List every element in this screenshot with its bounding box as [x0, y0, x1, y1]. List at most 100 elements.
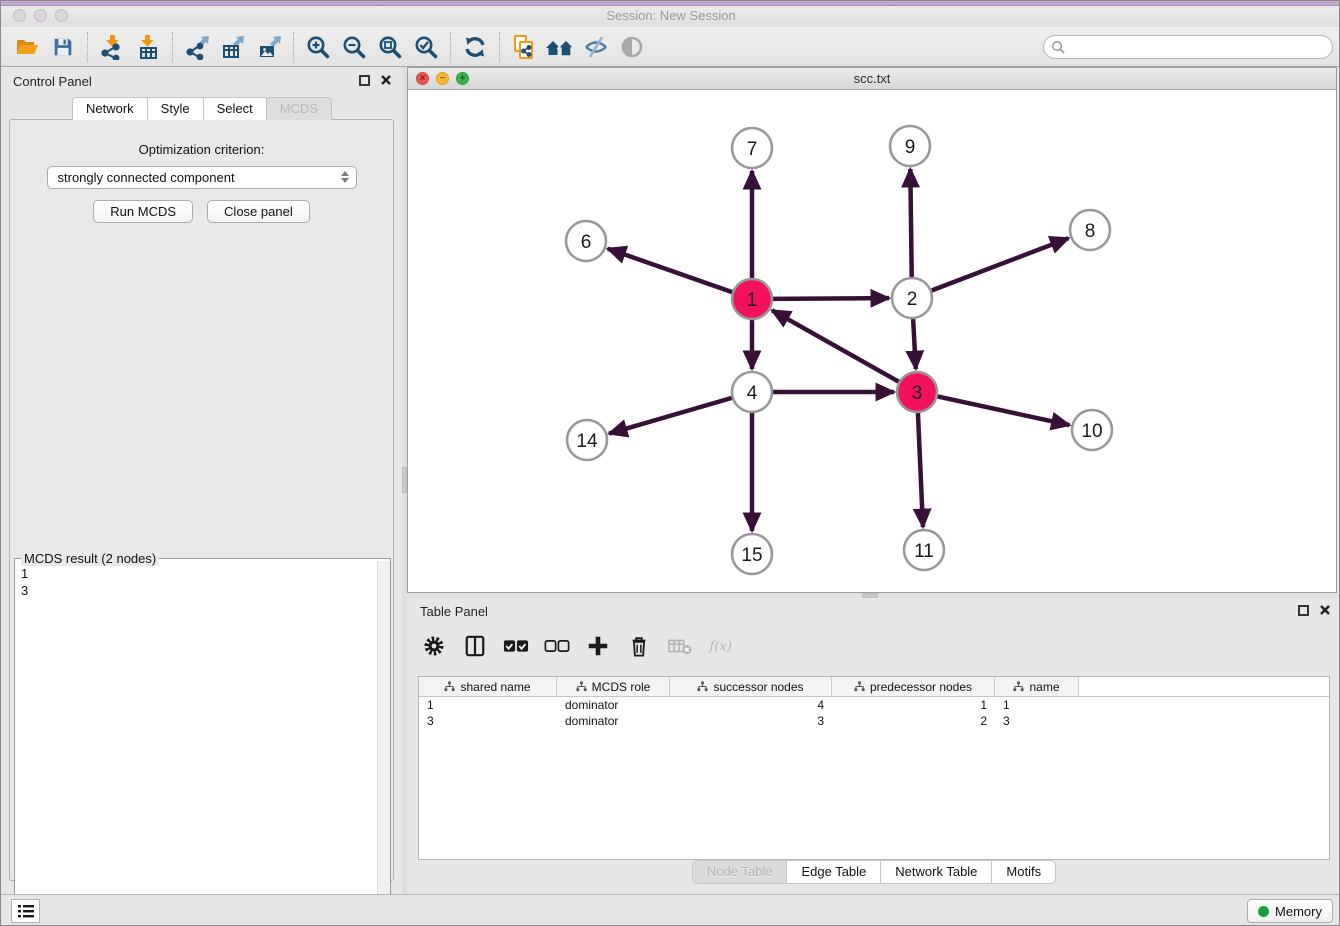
node-label: 6 — [581, 232, 592, 253]
mcds-result-scrollbar[interactable] — [377, 561, 390, 926]
show-all-button[interactable] — [614, 30, 650, 64]
column-header-predecessor-nodes[interactable]: predecessor nodes — [832, 677, 995, 696]
refresh-view-button[interactable] — [457, 30, 493, 64]
zoom-fit-button[interactable] — [372, 30, 408, 64]
table-row[interactable]: 3dominator323 — [419, 713, 1329, 729]
gear-icon — [422, 634, 446, 658]
tab-mcds[interactable]: MCDS — [266, 97, 332, 120]
edge-1-2[interactable] — [773, 298, 889, 299]
table-row[interactable]: 1dominator411 — [419, 697, 1329, 713]
column-header-label: name — [1029, 680, 1059, 694]
node-11[interactable]: 11 — [904, 530, 944, 570]
export-image-button[interactable] — [251, 30, 287, 64]
import-table-button[interactable] — [130, 30, 166, 64]
delete-columns-button[interactable] — [625, 631, 653, 661]
export-network-button[interactable] — [179, 30, 215, 64]
close-panel-button[interactable]: Close panel — [207, 200, 310, 223]
save-session-button[interactable] — [45, 30, 81, 64]
new-network-from-selection-button[interactable] — [506, 30, 542, 64]
edge-2-3[interactable] — [913, 319, 916, 369]
export-image-icon — [256, 34, 282, 60]
search-input[interactable] — [1043, 35, 1333, 59]
close-panel-icon[interactable] — [1319, 604, 1331, 616]
zoom-out-button[interactable] — [336, 30, 372, 64]
table-cell: 3 — [419, 713, 557, 729]
network-graph[interactable]: 7 9 6 8 1 2 4 3 14 10 15 11 — [408, 90, 1336, 592]
node-2[interactable]: 2 — [892, 278, 932, 318]
edge-2-8[interactable] — [932, 238, 1069, 290]
hide-selected-button[interactable] — [578, 30, 614, 64]
toolbar-separator — [172, 32, 173, 62]
mcds-result-list[interactable]: 13 — [15, 561, 377, 926]
node-15[interactable]: 15 — [732, 534, 772, 574]
tab-node-table[interactable]: Node Table — [693, 861, 788, 883]
export-network-icon — [184, 34, 210, 60]
tab-edge-table[interactable]: Edge Table — [787, 861, 881, 883]
node-4[interactable]: 4 — [732, 372, 772, 412]
tab-network-table[interactable]: Network Table — [881, 861, 992, 883]
show-columns-button[interactable] — [461, 631, 489, 661]
close-panel-icon[interactable] — [380, 74, 392, 86]
run-mcds-button[interactable]: Run MCDS — [93, 200, 193, 223]
delete-table-button[interactable] — [666, 631, 694, 661]
column-header-MCDS-role[interactable]: MCDS role — [557, 677, 670, 696]
column-header-label: predecessor nodes — [870, 680, 972, 694]
criterion-select[interactable]: strongly connected component — [47, 166, 357, 189]
column-header-label: successor nodes — [713, 680, 803, 694]
node-10[interactable]: 10 — [1072, 410, 1112, 450]
table-cell: dominator — [557, 697, 670, 713]
tab-style[interactable]: Style — [147, 97, 204, 120]
select-all-button[interactable] — [502, 631, 530, 661]
export-table-button[interactable] — [215, 30, 251, 64]
zoom-in-button[interactable] — [300, 30, 336, 64]
node-1[interactable]: 1 — [732, 279, 772, 319]
edge-4-14[interactable] — [609, 398, 732, 434]
control-panel: Control Panel NetworkStyleSelectMCDS Opt… — [1, 67, 402, 894]
float-panel-icon[interactable] — [1298, 605, 1309, 616]
function-builder-button[interactable]: f(x) — [707, 631, 735, 661]
edge-3-10[interactable] — [938, 396, 1070, 425]
task-history-button[interactable] — [11, 899, 40, 923]
mcds-result-item: 3 — [21, 582, 371, 599]
tab-select[interactable]: Select — [203, 97, 267, 120]
delete-table-icon — [667, 635, 693, 657]
node-6[interactable]: 6 — [566, 221, 606, 261]
refresh-icon — [462, 34, 488, 60]
search-box — [1043, 35, 1333, 59]
network-canvas[interactable]: 7 9 6 8 1 2 4 3 14 10 15 11 — [408, 90, 1336, 592]
zoom-fit-icon — [377, 34, 403, 60]
import-table-icon — [135, 34, 161, 60]
node-3[interactable]: 3 — [897, 372, 937, 412]
zoom-selected-button[interactable] — [408, 30, 444, 64]
criterion-selected-value: strongly connected component — [58, 170, 235, 185]
edge-3-11[interactable] — [918, 413, 923, 527]
function-icon: f(x) — [707, 633, 735, 659]
deselect-all-button[interactable] — [543, 631, 571, 661]
edge-1-6[interactable] — [608, 249, 732, 292]
float-panel-icon[interactable] — [359, 75, 370, 86]
first-neighbors-button[interactable] — [542, 30, 578, 64]
open-folder-icon — [14, 34, 40, 60]
column-header-name[interactable]: name — [995, 677, 1079, 696]
column-header-successor-nodes[interactable]: successor nodes — [670, 677, 832, 696]
node-14[interactable]: 14 — [567, 420, 607, 460]
edge-3-1[interactable] — [772, 310, 899, 381]
open-session-button[interactable] — [9, 30, 45, 64]
title-bar: Session: New Session — [1, 1, 1340, 27]
new-column-button[interactable] — [584, 631, 612, 661]
save-icon — [51, 35, 75, 59]
column-header-shared-name[interactable]: shared name — [419, 677, 557, 696]
import-network-button[interactable] — [94, 30, 130, 64]
node-9[interactable]: 9 — [890, 126, 930, 166]
tab-motifs[interactable]: Motifs — [992, 861, 1055, 883]
table-settings-button[interactable] — [420, 631, 448, 661]
table-panel-header: Table Panel — [407, 598, 1340, 624]
node-label: 11 — [914, 541, 934, 562]
tab-network[interactable]: Network — [72, 97, 148, 120]
window-title: Session: New Session — [1, 8, 1340, 23]
table-cell: 4 — [670, 697, 832, 713]
memory-button[interactable]: Memory — [1247, 899, 1333, 923]
edge-2-9[interactable] — [910, 169, 911, 277]
node-8[interactable]: 8 — [1070, 210, 1110, 250]
node-7[interactable]: 7 — [732, 128, 772, 168]
